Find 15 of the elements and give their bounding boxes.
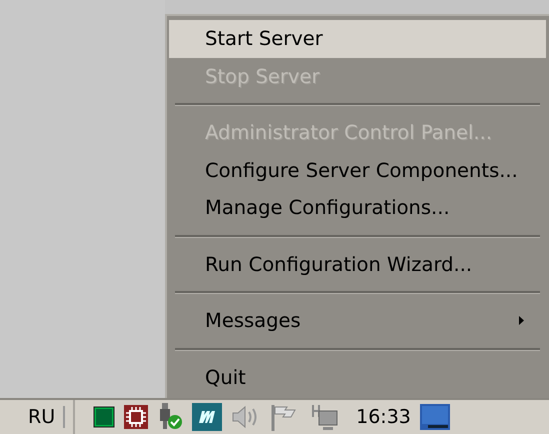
clock[interactable]: 16:33 bbox=[356, 406, 411, 428]
submenu-arrow-icon bbox=[519, 316, 524, 326]
menu-item[interactable]: Run Configuration Wizard... bbox=[169, 246, 546, 283]
plug-check-icon[interactable] bbox=[157, 403, 184, 431]
menu-item[interactable]: Manage Configurations... bbox=[169, 189, 546, 226]
network-icon[interactable] bbox=[309, 403, 340, 431]
desktop-icon[interactable] bbox=[420, 404, 450, 430]
grid-square-icon[interactable] bbox=[93, 406, 116, 428]
menu-item[interactable]: Messages bbox=[169, 302, 546, 340]
menu-item[interactable]: Configure Server Components... bbox=[169, 152, 546, 189]
language-indicator[interactable]: RU bbox=[28, 406, 66, 428]
m-logo-icon[interactable] bbox=[192, 403, 222, 431]
menu-item[interactable]: Quit bbox=[169, 358, 546, 396]
menu-item[interactable]: Start Server bbox=[169, 20, 546, 58]
chip-icon[interactable] bbox=[124, 405, 148, 429]
